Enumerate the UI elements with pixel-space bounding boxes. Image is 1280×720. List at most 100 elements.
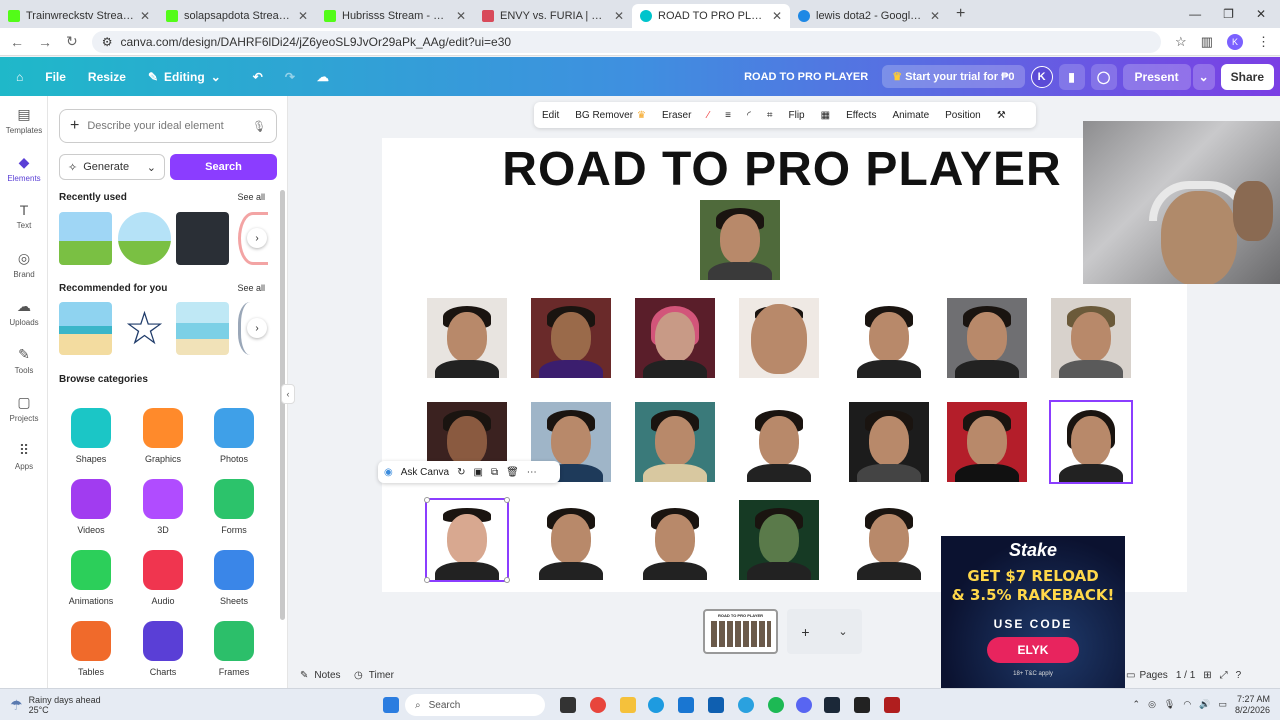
design-title[interactable]: ROAD TO PRO PLAYER — [744, 71, 868, 83]
recent-element-dark-square[interactable] — [176, 212, 229, 265]
dota-icon[interactable] — [884, 697, 900, 713]
file-explorer-icon[interactable] — [620, 697, 636, 713]
player-photo[interactable] — [635, 402, 715, 482]
close-icon[interactable]: ✕ — [614, 9, 624, 23]
category-sheets[interactable]: Sheets — [204, 550, 264, 606]
player-photo[interactable] — [531, 298, 611, 378]
cloud-saved-icon[interactable]: ☁ — [306, 70, 340, 84]
category-photos[interactable]: Photos — [204, 408, 264, 464]
crop-icon[interactable]: ⌗ — [759, 102, 781, 128]
chevron-right-icon[interactable]: › — [247, 318, 267, 338]
chevron-down-icon[interactable]: ⌄ — [147, 161, 156, 174]
see-all-link[interactable]: See all — [237, 192, 265, 203]
browser-tab-active[interactable]: ROAD TO PRO PLAYER - Presen ✕ — [632, 4, 790, 28]
transparency-icon[interactable]: ▦ — [813, 102, 838, 128]
category-frames[interactable]: Frames — [204, 621, 264, 677]
player-photo[interactable] — [739, 402, 819, 482]
resize-button[interactable]: Resize — [77, 70, 137, 84]
back-icon[interactable]: ← — [10, 34, 24, 50]
category-forms[interactable]: Forms — [204, 479, 264, 535]
category-graphics[interactable]: Graphics — [133, 408, 193, 464]
new-tab-button[interactable]: + — [948, 5, 973, 23]
close-icon[interactable]: ✕ — [772, 9, 782, 23]
spotify-icon[interactable] — [768, 697, 784, 713]
resize-handle[interactable] — [424, 497, 430, 503]
microphone-icon[interactable]: 🎙 — [1164, 699, 1175, 710]
pages-button[interactable]: ▭ Pages — [1126, 670, 1168, 681]
recent-element-landscape[interactable] — [59, 212, 112, 265]
player-photo[interactable] — [531, 500, 611, 580]
browser-tab[interactable]: lewis dota2 - Google Search ✕ — [790, 4, 948, 28]
chevron-right-icon[interactable]: › — [247, 228, 267, 248]
grid-view-icon[interactable]: ⊞ — [1203, 670, 1211, 681]
file-menu[interactable]: File — [34, 70, 77, 84]
rail-item-apps[interactable]: ⠿ Apps — [0, 432, 48, 480]
paint-format-icon[interactable]: ⚒ — [989, 102, 1014, 128]
recommended-beach[interactable] — [59, 302, 112, 355]
recommended-sea[interactable] — [176, 302, 229, 355]
design-title-text[interactable]: ROAD TO PRO PLAYER — [382, 142, 1182, 197]
menu-kebab-icon[interactable]: ⋮ — [1257, 34, 1270, 50]
url-field[interactable]: ⚙ canva.com/design/DAHRF6lDi24/jZ6yeoSL9J… — [91, 30, 1162, 53]
forward-icon[interactable]: → — [38, 34, 52, 50]
fullscreen-icon[interactable]: ⤢ — [1220, 670, 1228, 681]
recent-element-circle-landscape[interactable] — [118, 212, 171, 265]
chrome-icon[interactable] — [590, 697, 606, 713]
category-shapes[interactable]: Shapes — [61, 408, 121, 464]
clock[interactable]: 7:27 AM 8/2/2026 — [1235, 694, 1270, 716]
search-button[interactable]: Search — [170, 154, 277, 180]
chevron-up-icon[interactable]: ⌃ — [1133, 699, 1141, 710]
collapse-panel-button[interactable]: ‹ — [281, 384, 295, 404]
flip-button[interactable]: Flip — [780, 102, 812, 128]
rotate-icon[interactable]: ↻ — [457, 467, 465, 478]
resize-handle[interactable] — [504, 497, 510, 503]
rail-item-templates[interactable]: ▤ Templates — [0, 96, 48, 144]
player-photo[interactable] — [947, 402, 1027, 482]
editing-mode-button[interactable]: ✎ Editing ⌄ — [137, 70, 232, 84]
wifi-icon[interactable]: ◠ — [1183, 699, 1191, 710]
add-page-button[interactable]: + — [801, 624, 809, 640]
duplicate-icon[interactable]: ⧉ — [491, 467, 498, 478]
border-style-icon[interactable]: ≡ — [717, 102, 739, 128]
ask-canva-button[interactable]: Ask Canva — [401, 467, 449, 478]
close-icon[interactable]: ✕ — [298, 9, 308, 23]
network-icon[interactable]: ◎ — [1148, 699, 1156, 710]
player-photo[interactable] — [635, 298, 715, 378]
close-icon[interactable]: ✕ — [456, 9, 466, 23]
rail-item-projects[interactable]: ▢ Projects — [0, 384, 48, 432]
position-button[interactable]: Position — [937, 102, 989, 128]
outlook-icon[interactable] — [708, 697, 724, 713]
corner-rounding-icon[interactable]: ◜ — [739, 102, 759, 128]
telegram-icon[interactable] — [738, 697, 754, 713]
panel-scrollbar[interactable] — [280, 190, 285, 620]
edit-button[interactable]: Edit — [534, 102, 567, 128]
minimize-button[interactable]: — — [1189, 7, 1201, 21]
close-window-button[interactable]: ✕ — [1256, 7, 1266, 21]
category-3d[interactable]: 3D — [133, 479, 193, 535]
player-photo[interactable] — [1051, 298, 1131, 378]
eraser-button[interactable]: Eraser — [654, 102, 699, 128]
player-photo[interactable] — [739, 298, 819, 378]
close-icon[interactable]: ✕ — [930, 9, 940, 23]
volume-icon[interactable]: 🔊 — [1199, 699, 1210, 710]
reload-icon[interactable]: ↻ — [66, 33, 78, 50]
rail-item-brand[interactable]: ◎ Brand — [0, 240, 48, 288]
comments-icon[interactable]: ◯ — [1090, 63, 1117, 90]
sidebar-icon[interactable]: ▥ — [1201, 34, 1213, 50]
site-info-icon[interactable]: ⚙ — [102, 35, 113, 49]
page-thumbnail[interactable]: ROAD TO PRO PLAYER — [703, 609, 778, 654]
ad-code-button[interactable]: ELYK — [987, 637, 1079, 663]
describe-element-input[interactable]: + Describe your ideal element 🎙 — [59, 109, 277, 143]
help-icon[interactable]: ? — [1236, 670, 1242, 681]
present-button[interactable]: Present — [1122, 63, 1191, 90]
obs-icon[interactable] — [854, 697, 870, 713]
weather-widget[interactable]: ☂ Rainy days ahead 25°C — [10, 695, 101, 715]
animate-button[interactable]: Animate — [884, 102, 937, 128]
undo-icon[interactable]: ↶ — [242, 70, 274, 84]
analytics-icon[interactable]: ▮ — [1058, 63, 1085, 90]
redo-icon[interactable]: ↷ — [274, 70, 306, 84]
player-photo[interactable] — [849, 402, 929, 482]
browser-tab[interactable]: Trainwreckstv Stream - Watch L ✕ — [0, 4, 158, 28]
task-view-icon[interactable] — [560, 697, 576, 713]
resize-handle[interactable] — [504, 577, 510, 583]
